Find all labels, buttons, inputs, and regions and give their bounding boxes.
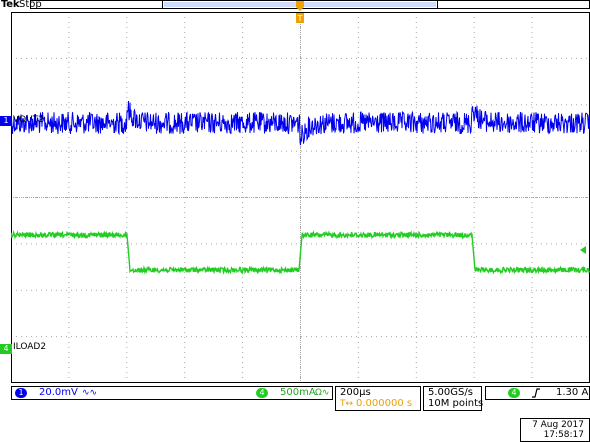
brand-logo: Tek: [1, 0, 20, 10]
svg-text:T: T: [297, 14, 303, 23]
trigger-level-marker[interactable]: [580, 246, 588, 254]
time: 17:58:17: [543, 430, 584, 440]
date: 7 Aug 2017: [532, 420, 584, 430]
ch1-scale: 20.0mV: [39, 387, 78, 398]
ch4-badge: 4: [256, 388, 268, 398]
trigger-panel[interactable]: 4 1.30 A: [485, 386, 590, 400]
ch4-label: ILOAD2: [13, 342, 47, 352]
graticule: [11, 12, 590, 383]
record-memory-bar: [30, 0, 590, 10]
ch4-coupling-icon: Ω∿: [315, 388, 330, 398]
trigger-level: 1.30 A: [556, 387, 589, 398]
rising-edge-icon: [532, 388, 540, 398]
ch1-ground-marker[interactable]: 1: [0, 116, 12, 126]
date-time-stamp: 7 Aug 2017 17:58:17: [520, 418, 590, 442]
record-length: 10M points: [428, 398, 484, 409]
trigger-position-icon: T↔: [340, 399, 354, 409]
ch1-coupling-icon: ∿∿: [82, 388, 98, 398]
waveform-display[interactable]: [11, 12, 590, 383]
ch1-badge: 1: [15, 388, 27, 398]
trigger-position-marker[interactable]: T: [295, 1, 305, 25]
timebase-position: 0.000000 s: [356, 398, 413, 409]
vertical-readout-panel[interactable]: 1 20.0mV ∿∿ 4 500mA Ω∿: [11, 386, 333, 400]
acquisition-panel[interactable]: 5.00GS/s 10M points: [423, 386, 484, 411]
ch4-scale: 500mA: [280, 387, 316, 398]
timebase-panel[interactable]: 200µs T↔ 0.000000 s: [335, 386, 421, 411]
ch1-label: VOUT2: [13, 115, 44, 125]
ch4-ground-marker[interactable]: 4: [0, 344, 12, 354]
trigger-source-badge: 4: [508, 388, 520, 398]
